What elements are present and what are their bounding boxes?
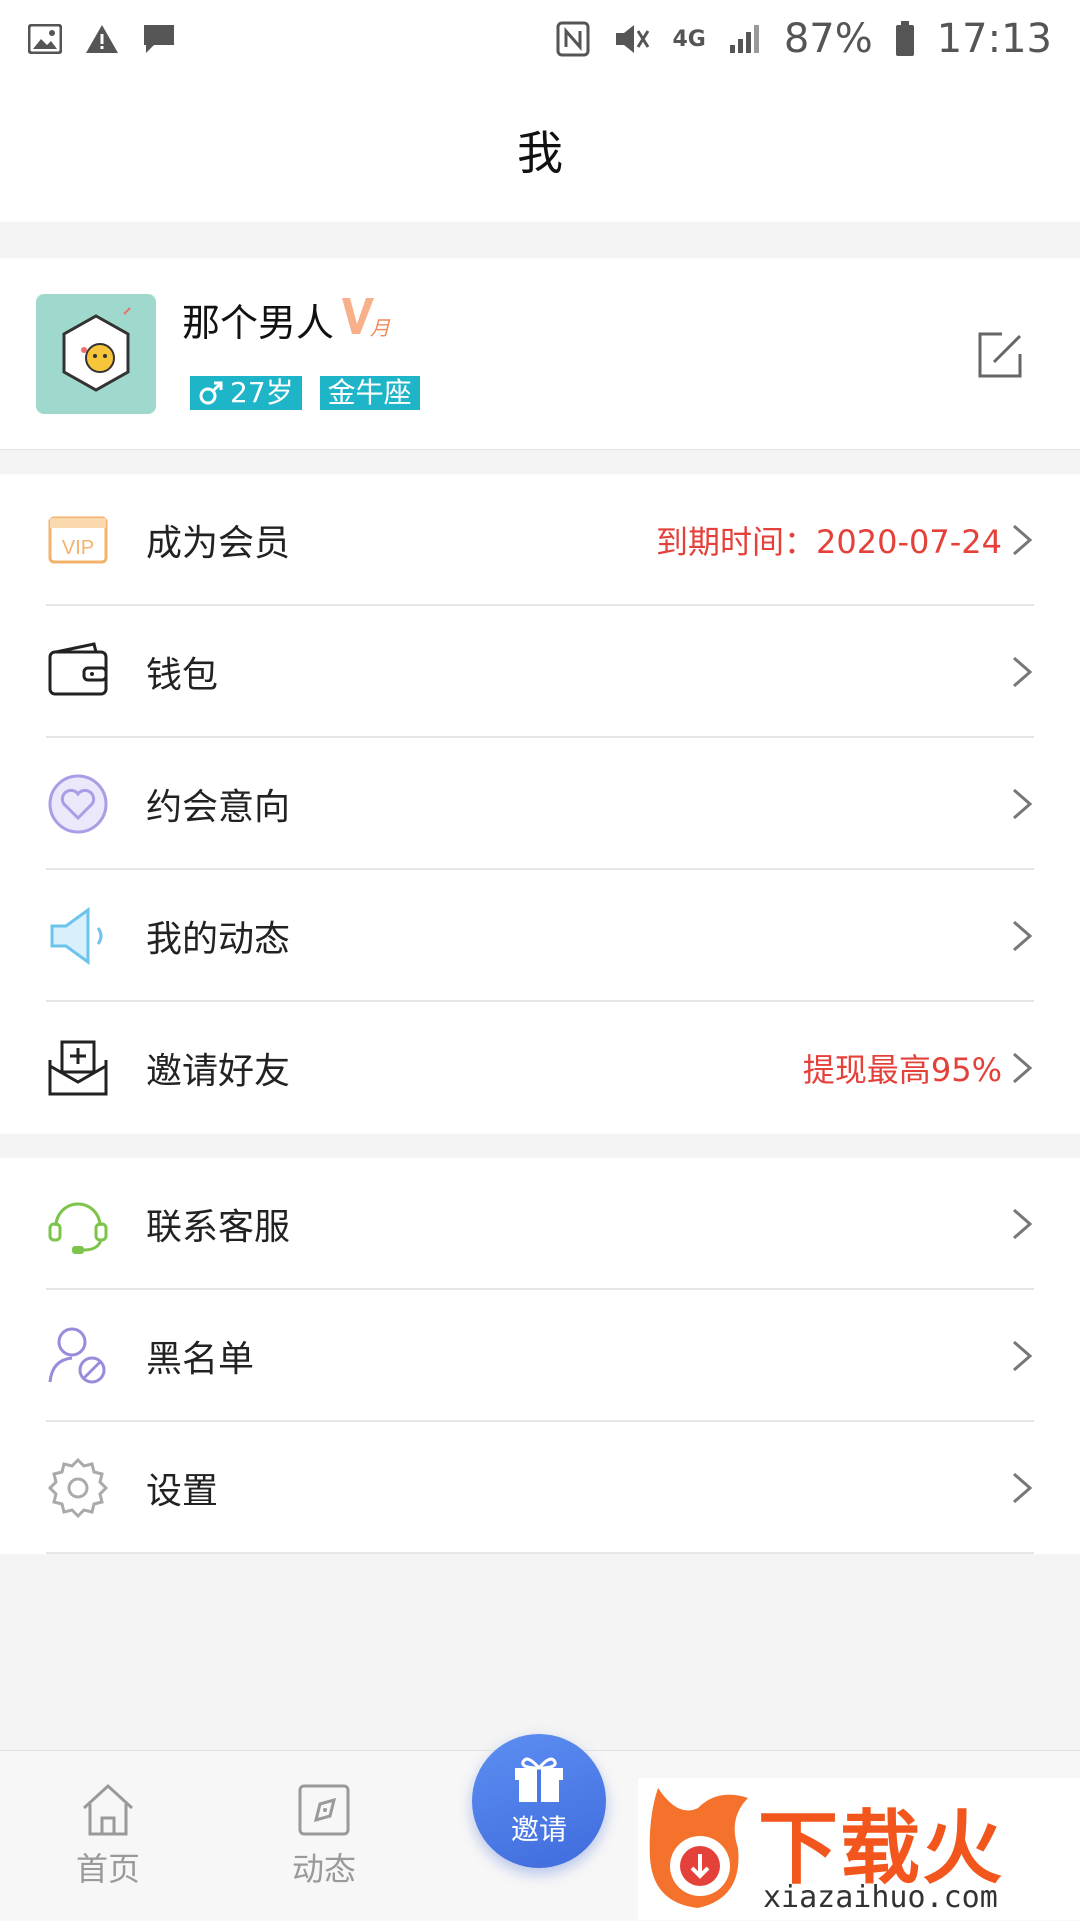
- battery-icon: [895, 21, 915, 57]
- menu-label: 黑名单: [146, 1339, 255, 1380]
- zodiac-tag: 金牛座: [319, 376, 420, 410]
- warning-icon: [84, 23, 120, 55]
- page-title: 我: [517, 126, 563, 180]
- speaker-icon: [46, 904, 110, 968]
- menu-label: 钱包: [146, 655, 219, 696]
- invite-icon: [46, 1036, 110, 1100]
- fab-label: 邀请: [510, 1813, 567, 1846]
- vip-badge: 月: [340, 294, 392, 342]
- vip-icon: VIP: [46, 508, 110, 572]
- menu-group-main: VIP 成为会员 到期时间：2020-07-24 钱包 约会意向 我的动态 邀请…: [0, 474, 1080, 1134]
- menu-item-customer-service[interactable]: 联系客服: [0, 1158, 1080, 1290]
- blacklist-icon: [46, 1324, 110, 1388]
- chevron-right-icon: [1013, 1472, 1033, 1504]
- avatar[interactable]: [36, 294, 156, 414]
- vibrate-mute-icon: [612, 21, 650, 57]
- chevron-right-icon: [1013, 788, 1033, 820]
- feed-icon: [298, 1784, 350, 1836]
- menu-item-dating-intent[interactable]: 约会意向: [0, 738, 1080, 870]
- tab-feed[interactable]: 动态: [244, 1751, 404, 1921]
- male-icon: [199, 381, 223, 405]
- tab-label: 首页: [75, 1850, 140, 1888]
- headset-icon: [46, 1192, 110, 1256]
- clock: 17:13: [936, 16, 1052, 62]
- svg-text:VIP: VIP: [62, 537, 94, 559]
- gear-icon: [46, 1456, 110, 1520]
- menu-item-blacklist[interactable]: 黑名单: [0, 1290, 1080, 1422]
- menu-group-support: 联系客服 黑名单 设置: [0, 1158, 1080, 1554]
- tab-home[interactable]: 首页: [28, 1751, 188, 1921]
- battery-percent: 87%: [783, 16, 873, 62]
- age-label: 27岁: [230, 376, 294, 409]
- menu-label: 约会意向: [146, 787, 291, 828]
- chevron-right-icon: [1013, 1208, 1033, 1240]
- nfc-icon: [556, 21, 590, 57]
- home-icon: [82, 1783, 134, 1836]
- status-bar: 4G 87% 17:13: [0, 0, 1080, 78]
- edit-profile-icon[interactable]: [972, 328, 1028, 384]
- menu-label: 我的动态: [146, 919, 291, 960]
- invite-reward-note: 提现最高95%: [802, 1051, 1002, 1089]
- menu-item-my-feed[interactable]: 我的动态: [0, 870, 1080, 1002]
- menu-item-settings[interactable]: 设置: [0, 1422, 1080, 1554]
- divider: [46, 1552, 1034, 1554]
- watermark-url: xiazaihuo.com: [763, 1880, 998, 1915]
- chevron-right-icon: [1013, 656, 1033, 688]
- username: 那个男人: [182, 301, 335, 345]
- chevron-right-icon: [1013, 524, 1033, 556]
- network-type-label: 4G: [672, 26, 706, 52]
- page-header: 我: [0, 78, 1080, 222]
- chevron-right-icon: [1013, 920, 1033, 952]
- flame-logo-icon: [649, 1788, 748, 1908]
- chevron-right-icon: [1013, 1052, 1033, 1084]
- menu-label: 邀请好友: [146, 1051, 291, 1092]
- menu-item-wallet[interactable]: 钱包: [0, 606, 1080, 738]
- gallery-notification-icon: [28, 24, 62, 54]
- menu-item-membership[interactable]: VIP 成为会员 到期时间：2020-07-24: [0, 474, 1080, 606]
- wallet-icon: [46, 640, 110, 704]
- membership-expiry: 到期时间：2020-07-24: [656, 523, 1002, 561]
- watermark: 下载火 xiazaihuo.com: [638, 1778, 1080, 1920]
- chevron-right-icon: [1013, 1340, 1033, 1372]
- menu-item-invite-friends[interactable]: 邀请好友 提现最高95%: [0, 1002, 1080, 1134]
- gift-icon: [515, 1757, 563, 1802]
- profile-card[interactable]: 那个男人 月 27岁 金牛座: [0, 258, 1080, 450]
- heart-icon: [46, 772, 110, 836]
- invite-fab-button[interactable]: 邀请: [472, 1734, 606, 1868]
- menu-label: 联系客服: [146, 1207, 291, 1248]
- tab-label: 动态: [291, 1850, 356, 1888]
- signal-icon: [728, 23, 762, 55]
- gender-age-tag: 27岁: [190, 376, 302, 410]
- message-notification-icon: [142, 23, 176, 55]
- menu-label: 成为会员: [146, 523, 291, 564]
- menu-label: 设置: [146, 1471, 219, 1512]
- vip-badge-label: 月: [370, 316, 390, 340]
